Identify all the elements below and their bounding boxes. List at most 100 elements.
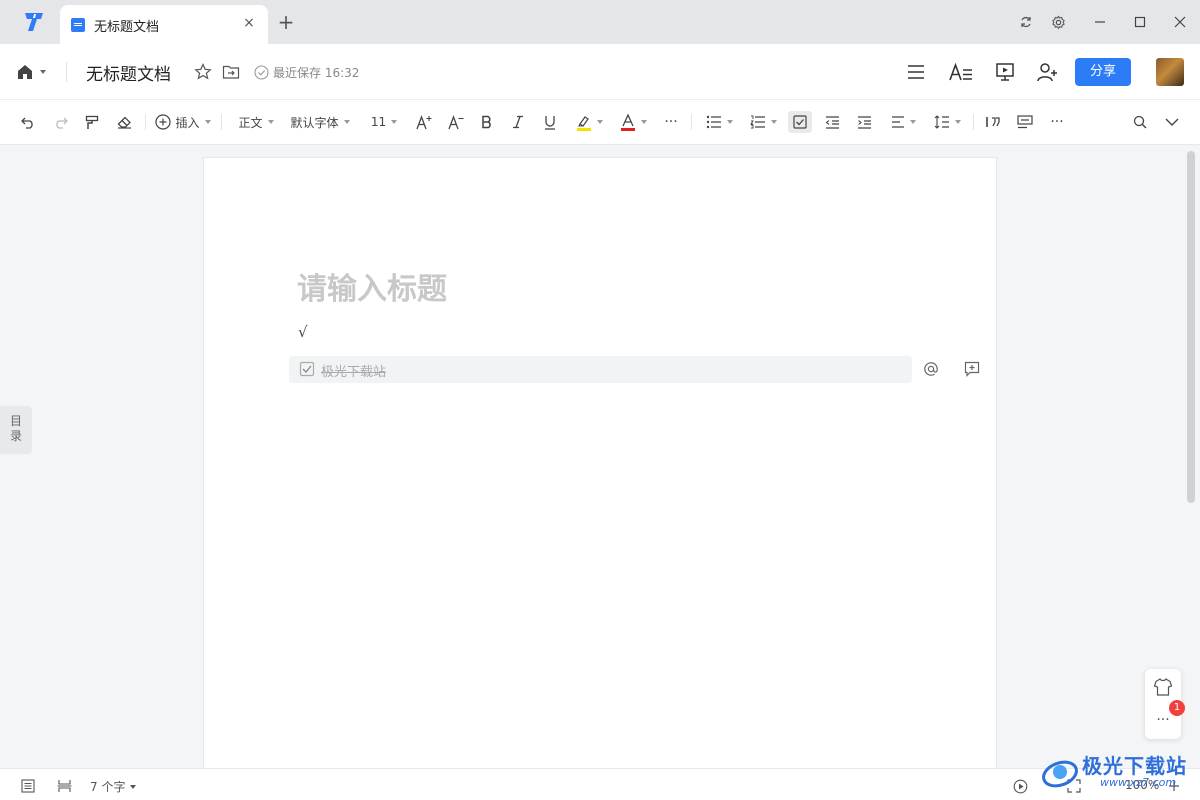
underline-icon[interactable] <box>540 111 560 133</box>
paragraph-text[interactable]: √ <box>298 323 308 341</box>
toolbar-divider <box>221 114 222 130</box>
toolbar-divider <box>145 114 146 130</box>
line-spacing-dropdown[interactable] <box>930 111 964 133</box>
task-text[interactable]: 极光下载站 <box>321 361 386 380</box>
paragraph-style-label: 正文 <box>238 115 263 130</box>
status-bar: 7 个字 100% <box>0 768 1200 800</box>
tab-close-button[interactable]: × <box>240 14 258 32</box>
increase-font-size-icon[interactable] <box>414 111 434 133</box>
outline-view-icon[interactable] <box>20 778 36 794</box>
undo-icon[interactable] <box>18 111 38 133</box>
increase-indent-icon[interactable] <box>854 111 874 133</box>
close-window-icon[interactable] <box>1170 12 1190 32</box>
home-button[interactable] <box>16 61 52 83</box>
callout-icon[interactable] <box>1015 111 1035 133</box>
highlight-color-dropdown[interactable] <box>572 111 606 133</box>
document-icon <box>71 18 85 32</box>
align-left-icon <box>891 116 904 128</box>
document-title[interactable]: 无标题文档 <box>86 60 171 85</box>
settings-gear-icon[interactable] <box>1048 12 1068 32</box>
chevron-down-icon <box>267 120 274 124</box>
text-style-icon[interactable] <box>949 60 973 84</box>
task-list-icon[interactable] <box>788 111 812 133</box>
eraser-icon[interactable] <box>114 111 134 133</box>
align-dropdown[interactable] <box>886 111 920 133</box>
minimize-icon[interactable] <box>1090 12 1110 32</box>
collapse-toolbar-icon[interactable] <box>1162 111 1182 133</box>
italic-icon[interactable] <box>508 111 528 133</box>
chevron-down-icon <box>343 120 350 124</box>
font-color-icon <box>620 113 635 131</box>
format-painter-icon[interactable] <box>82 111 102 133</box>
paragraph-style-dropdown[interactable]: 正文 <box>234 111 278 133</box>
font-size-dropdown[interactable]: 11 <box>366 111 402 133</box>
mention-icon[interactable] <box>921 359 941 379</box>
task-item[interactable]: 极光下载站 <box>289 356 912 383</box>
title-placeholder[interactable]: 请输入标题 <box>297 264 447 308</box>
table-of-contents-tab[interactable]: 目 录 <box>0 406 32 454</box>
save-status-text: 最近保存 16:32 <box>273 66 360 80</box>
chevron-down-icon <box>640 120 647 124</box>
numbered-list-icon <box>749 115 765 129</box>
floating-tool-panel: ... 1 <box>1145 669 1185 739</box>
insert-label: 插入 <box>175 115 200 130</box>
bullet-list-icon <box>706 115 721 129</box>
presentation-icon[interactable] <box>993 60 1017 84</box>
font-color-dropdown[interactable] <box>616 111 650 133</box>
highlighter-icon <box>576 115 591 131</box>
document-page[interactable]: 请输入标题 √ 极光下载站 <box>203 157 997 777</box>
maximize-icon[interactable] <box>1130 12 1150 32</box>
watermark-text: 极光下载站 <box>1082 754 1187 778</box>
menu-icon[interactable] <box>904 60 928 84</box>
redo-icon[interactable] <box>50 111 70 133</box>
font-family-label: 默认字体 <box>290 115 339 130</box>
insert-dropdown[interactable]: 插入 <box>154 111 212 133</box>
task-checkbox[interactable] <box>299 361 315 377</box>
title-bar: 无标题文档 × + <box>0 0 1200 44</box>
decrease-indent-icon[interactable] <box>822 111 842 133</box>
toc-label-2: 录 <box>9 429 22 443</box>
toolbar-divider <box>691 114 692 130</box>
chevron-down-icon <box>130 784 137 789</box>
font-family-dropdown[interactable]: 默认字体 <box>288 111 352 133</box>
play-icon[interactable] <box>1012 778 1028 794</box>
quote-icon[interactable] <box>983 111 1003 133</box>
sync-icon[interactable] <box>1016 12 1036 32</box>
move-to-folder-icon[interactable] <box>221 62 241 82</box>
star-icon[interactable] <box>193 62 213 82</box>
chevron-down-icon <box>391 120 398 124</box>
numbered-list-dropdown[interactable] <box>746 111 780 133</box>
page-layout-icon[interactable] <box>56 778 72 794</box>
document-header: 无标题文档 最近保存 16:32 分享 <box>0 44 1200 100</box>
word-count-text: 7 个字 <box>90 780 126 794</box>
new-tab-button[interactable]: + <box>276 11 296 33</box>
theme-shirt-icon[interactable] <box>1153 677 1173 697</box>
more-tools-button[interactable]: ··· <box>1046 111 1068 133</box>
chevron-down-icon <box>909 120 916 124</box>
chevron-down-icon <box>40 70 46 74</box>
formatting-toolbar: 插入 正文 默认字体 11 ··· ··· <box>0 100 1200 145</box>
bold-icon[interactable] <box>477 111 497 133</box>
vertical-scrollbar[interactable] <box>1187 151 1195 503</box>
avatar[interactable] <box>1156 58 1184 86</box>
toc-label-1: 目 <box>9 414 22 428</box>
check-circle-icon <box>254 65 269 80</box>
plus-circle-icon <box>155 114 172 130</box>
word-count-dropdown[interactable]: 7 个字 <box>90 778 137 795</box>
chevron-down-icon <box>770 120 777 124</box>
editor-canvas: 请输入标题 √ 极光下载站 <box>0 145 1200 777</box>
search-icon[interactable] <box>1130 111 1150 133</box>
app-logo-icon[interactable] <box>22 11 46 33</box>
notification-badge: 1 <box>1169 700 1185 716</box>
bullet-list-dropdown[interactable] <box>702 111 736 133</box>
more-formatting-button[interactable]: ··· <box>660 111 682 133</box>
site-watermark: 极光下载站 www.xz7.com <box>1040 748 1192 796</box>
tab-document[interactable]: 无标题文档 × <box>60 5 268 44</box>
share-button[interactable]: 分享 <box>1075 58 1131 86</box>
add-collaborator-icon[interactable] <box>1036 60 1060 84</box>
toolbar-divider <box>973 114 974 130</box>
chevron-down-icon <box>954 120 961 124</box>
add-comment-icon[interactable] <box>962 359 982 379</box>
watermark-url: www.xz7.com <box>1100 776 1177 789</box>
decrease-font-size-icon[interactable] <box>446 111 466 133</box>
